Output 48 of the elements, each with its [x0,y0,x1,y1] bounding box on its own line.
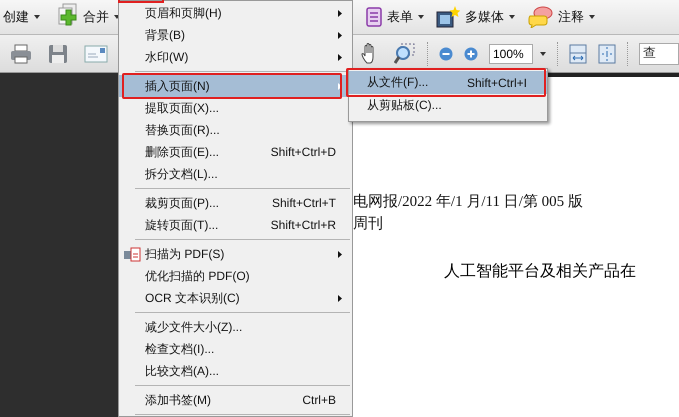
magnifier-icon[interactable] [394,42,416,64]
menu-item[interactable]: 删除页面(E)... Shift+Ctrl+D [119,141,352,163]
caret-icon[interactable] [34,15,40,19]
menu-item[interactable]: 优化扫描的 PDF(O) [119,265,352,287]
menu-item[interactable]: 检查文档(I)... [119,338,352,360]
scanner-document-icon[interactable] [123,246,141,262]
menu-item[interactable]: 添加书签(M) Ctrl+B [119,389,352,411]
caret-icon[interactable] [540,52,546,56]
envelope-icon[interactable] [84,44,108,62]
document-text: 周刊 [352,215,384,234]
document-text: 电网报/2022 年/1 月/11 日/第 005 版 [352,192,584,212]
submenu-arrow-icon[interactable] [338,32,342,38]
toolbar-button[interactable]: 表单 [366,2,424,32]
fit-width-icon[interactable] [569,44,587,64]
menu-item[interactable]: OCR 文本识别(C) [119,287,352,309]
menu-item[interactable]: 页眉和页脚(H) [119,2,352,24]
menu-item[interactable]: 旋转页面(T)... Shift+Ctrl+R [119,214,352,236]
toolbar-button[interactable]: 创建 [3,2,40,32]
speech-bubble-icon[interactable] [527,6,553,28]
menu-item[interactable]: 从剪贴板(C)... [349,94,547,117]
caret-icon[interactable] [509,15,515,19]
menu-item[interactable]: 减少文件大小(Z)... [119,316,352,338]
menu-item[interactable]: 拆分文档(L)... [119,163,352,185]
menu-item[interactable]: 背景(B) [119,24,352,46]
caret-icon[interactable] [418,15,424,19]
toolbar-button[interactable]: 多媒体 [436,2,515,32]
menu-item[interactable]: 裁剪页面(P)... Shift+Ctrl+T [119,192,352,214]
submenu-arrow-icon[interactable] [338,250,342,258]
submenu-arrow-icon[interactable] [338,54,342,60]
search-field[interactable]: 查 [639,42,679,64]
submenu-arrow-icon[interactable] [338,10,342,16]
submenu-arrow-icon[interactable] [338,294,342,302]
menu-item[interactable]: 从文件(F)... Shift+Ctrl+I [349,71,547,94]
printer-icon[interactable] [10,44,32,64]
document-heading: 人工智能平台及相关产品在 [444,261,637,282]
menu-item[interactable]: 扫描为 PDF(S) [119,243,352,265]
menu-item[interactable]: 提取页面(X)... [119,97,352,119]
zoom-field[interactable]: 100% [489,44,533,64]
zoom-in-icon[interactable] [464,46,478,60]
menu-item[interactable]: 比较文档(A)... [119,360,352,382]
zoom-out-icon[interactable] [439,46,453,60]
menu-item[interactable]: 替换页面(R)... [119,119,352,141]
caret-icon[interactable] [589,15,595,19]
film-star-icon[interactable] [436,6,460,28]
toolbar-button[interactable]: 注释 [527,2,595,32]
menu-item[interactable]: 水印(W) [119,46,352,68]
fit-page-icon[interactable] [598,44,616,64]
form-icon[interactable] [366,7,382,27]
